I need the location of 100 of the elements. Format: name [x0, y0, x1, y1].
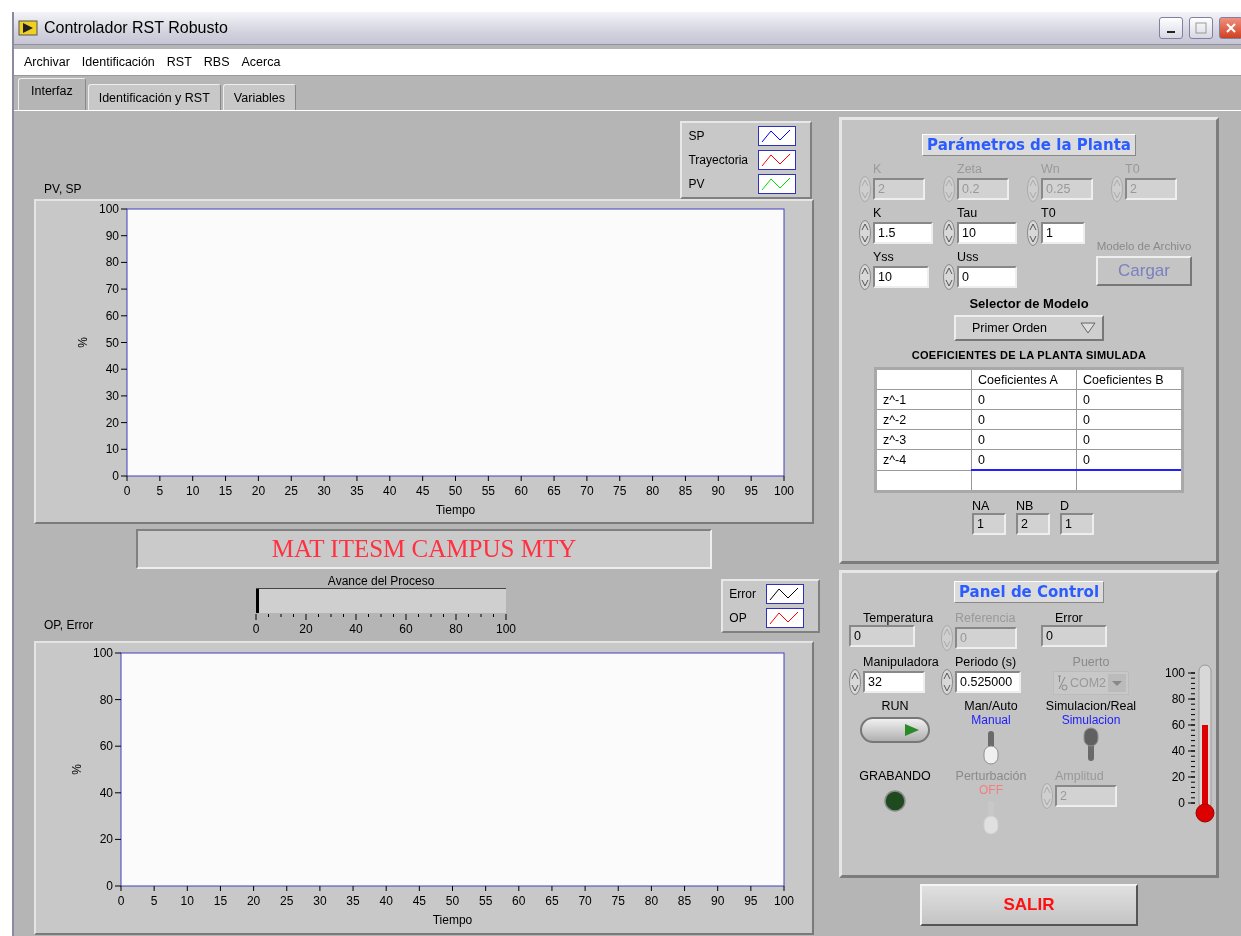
tick-label: 100: [774, 894, 794, 908]
spinner-arrows-icon[interactable]: [1027, 220, 1039, 246]
spinner-arrows-icon[interactable]: [943, 220, 955, 246]
row-header: z^-3: [875, 429, 972, 450]
menu-item[interactable]: Acerca: [235, 55, 287, 69]
spinner-arrows-icon[interactable]: [849, 669, 861, 695]
tick-label: 5: [156, 484, 164, 498]
table-cell[interactable]: 0: [971, 409, 1077, 430]
tick-label: 75: [613, 484, 627, 498]
field-label: T0: [1040, 206, 1056, 220]
field-label: Manipuladora: [862, 655, 939, 669]
number-field[interactable]: 0: [1041, 625, 1107, 647]
switch-state: Simulacion: [1061, 713, 1121, 727]
field-label: Uss: [956, 250, 979, 264]
tick-label: 40: [105, 362, 119, 377]
number-field[interactable]: 1: [1060, 513, 1094, 535]
tick-label: 65: [547, 484, 561, 498]
tick-label: 60: [514, 484, 528, 498]
table-cell[interactable]: 0: [971, 389, 1077, 410]
spinner-arrows-icon[interactable]: [941, 669, 953, 695]
menu-item[interactable]: RBS: [197, 55, 236, 69]
field-label: K: [872, 206, 882, 220]
tick-label: 70: [578, 894, 592, 908]
field-label: NB: [1016, 499, 1034, 513]
run-button[interactable]: [860, 717, 930, 743]
number-field[interactable]: 1: [1041, 222, 1085, 244]
number-field[interactable]: 0: [849, 625, 915, 647]
tick-label: 100: [92, 646, 113, 660]
tick-label: 0: [123, 484, 131, 498]
field-label: NA: [972, 499, 990, 513]
tick-label: 95: [744, 894, 758, 908]
control-label: GRABANDO: [859, 769, 931, 783]
tick-label: 50: [445, 894, 460, 908]
tab[interactable]: Interfaz: [18, 78, 86, 110]
minimize-button[interactable]: [1159, 17, 1183, 39]
close-button[interactable]: [1219, 17, 1241, 39]
close-icon: [1225, 22, 1237, 34]
io-icon: [1055, 674, 1068, 692]
number-field[interactable]: 2: [1016, 513, 1050, 535]
panel-title: Panel de Control: [953, 581, 1105, 603]
tab[interactable]: Identificación y RST: [87, 84, 221, 110]
tick-label: 95: [744, 484, 758, 498]
row-header: z^-1: [875, 389, 972, 410]
tick-label: 80: [645, 484, 660, 498]
field-label: Periodo (s): [954, 655, 1017, 669]
tab[interactable]: Variables: [222, 84, 297, 110]
tick-label: 15: [213, 894, 228, 908]
caret-icon: [1080, 322, 1096, 334]
tick-label: 20: [105, 415, 119, 430]
tick-label: 60: [512, 894, 526, 908]
control-label: Puerto: [1072, 655, 1110, 669]
tick-label: 85: [677, 894, 692, 908]
maximize-icon: [1195, 22, 1207, 34]
tick-label: 20: [99, 832, 113, 847]
number-field[interactable]: 10: [957, 222, 1017, 244]
field-label: Tau: [956, 206, 978, 220]
progress-scale: 0 20 40 60 80 100: [253, 613, 524, 635]
table-cell[interactable]: 0: [971, 429, 1077, 450]
spinner-arrows-icon[interactable]: [943, 264, 955, 290]
tick-label: 50: [448, 484, 463, 498]
play-arrow-icon: [904, 723, 920, 737]
tick-label: 55: [478, 894, 493, 908]
switch-state: Manual: [971, 713, 1011, 727]
tick-label: 30: [317, 484, 331, 498]
tick-label: 20: [251, 484, 266, 498]
number-field[interactable]: 1: [972, 513, 1006, 535]
tick-label: 0: [117, 894, 125, 908]
chart-title: OP, Error: [44, 618, 94, 632]
spinner-arrows-icon[interactable]: [859, 264, 871, 290]
tick-label: 45: [412, 894, 427, 908]
thermometer: 100 80 60 40 20 0: [1159, 661, 1223, 827]
tick-label: 90: [711, 894, 725, 908]
panel-title: Parámetros de la Planta: [922, 134, 1136, 156]
number-field[interactable]: 0: [957, 266, 1017, 288]
tick-label: 40: [383, 484, 397, 498]
field-label: Temperatura: [862, 611, 934, 625]
model-dropdown[interactable]: Primer Orden: [954, 315, 1104, 341]
number-field[interactable]: 10: [873, 266, 929, 288]
number-field[interactable]: 32: [863, 671, 925, 693]
tick-label: 5: [150, 894, 158, 908]
field-label: D: [1060, 499, 1070, 513]
chart-title: PV, SP: [44, 182, 82, 196]
tick-label: 10: [186, 484, 200, 498]
window-title: Controlador RST Robusto: [44, 19, 229, 37]
tick-label: 30: [105, 388, 119, 403]
tick-label: 65: [545, 894, 559, 908]
number-field[interactable]: 1.5: [873, 222, 933, 244]
tick-label: 90: [711, 484, 725, 498]
spinner-arrows-icon[interactable]: [859, 220, 871, 246]
menu-item[interactable]: Archivar: [18, 55, 76, 69]
menu-item[interactable]: Identificación: [75, 55, 161, 69]
menu-item[interactable]: RST: [160, 55, 198, 69]
tick-label: 35: [350, 484, 364, 498]
axis-title: Tiempo: [435, 503, 476, 517]
number-field[interactable]: 0.525000: [955, 671, 1021, 693]
maximize-button[interactable]: [1189, 17, 1213, 39]
tick-label: 50: [105, 335, 119, 350]
table-cell[interactable]: 0: [971, 449, 1077, 470]
legend-label: OP: [729, 610, 748, 627]
tick-label: 80: [105, 255, 119, 270]
